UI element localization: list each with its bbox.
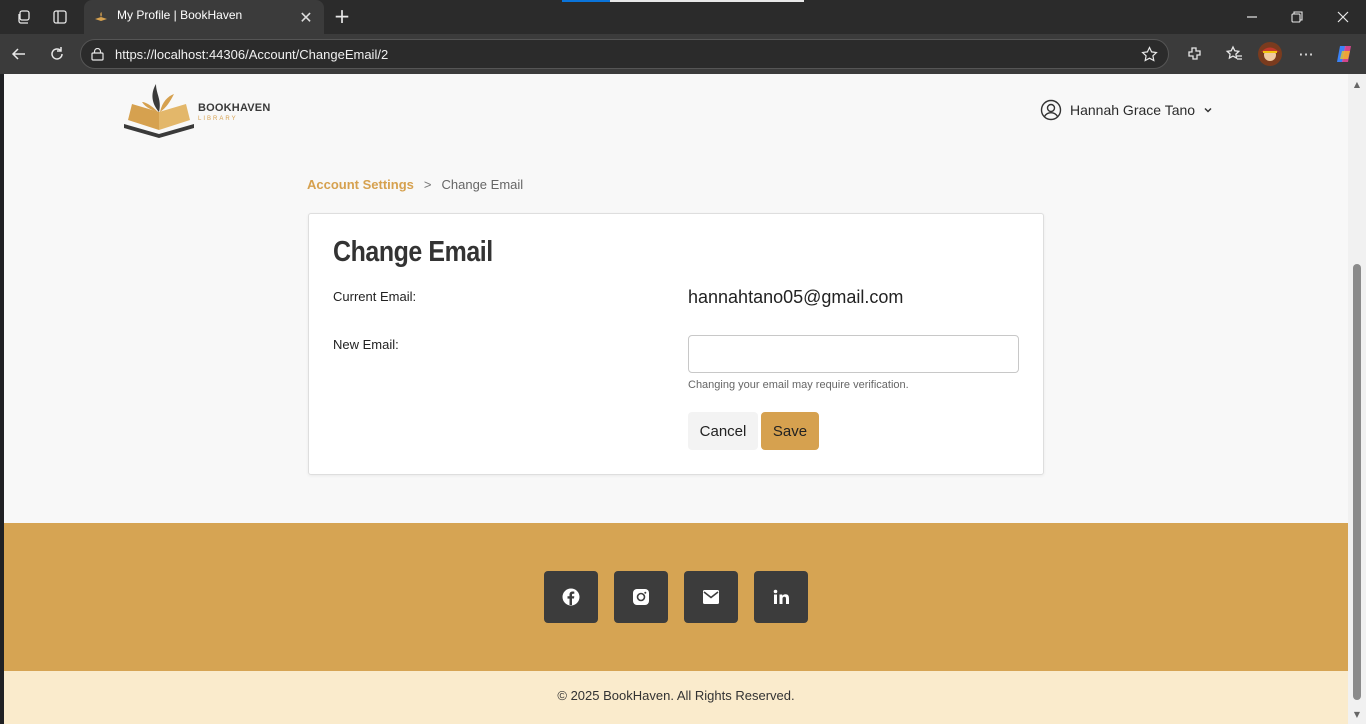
favorites-icon[interactable]: [1223, 43, 1245, 65]
site-info-icon[interactable]: [91, 48, 104, 61]
favorite-star-icon[interactable]: [1141, 46, 1158, 63]
logo-name: BOOKHAVEN: [198, 102, 271, 114]
refresh-icon[interactable]: [46, 44, 68, 64]
facebook-button[interactable]: [544, 571, 598, 623]
browser-tab-bar: My Profile | BookHaven ✕ +: [0, 0, 1366, 34]
more-options-icon[interactable]: ···: [1295, 43, 1317, 65]
minimize-icon[interactable]: [1242, 7, 1262, 27]
user-name: Hannah Grace Tano: [1070, 102, 1196, 118]
scrollbar-thumb[interactable]: [1353, 264, 1361, 700]
breadcrumb-account-settings[interactable]: Account Settings: [307, 177, 414, 192]
site-logo[interactable]: BOOKHAVEN LIBRARY: [122, 82, 270, 138]
scroll-down-icon[interactable]: ▼: [1352, 710, 1362, 719]
extensions-icon[interactable]: [1183, 43, 1205, 65]
bookhaven-favicon-icon: [95, 12, 107, 21]
facebook-icon: [562, 588, 580, 606]
back-icon[interactable]: [8, 44, 30, 64]
instagram-button[interactable]: [614, 571, 668, 623]
logo-subtitle: LIBRARY: [198, 116, 238, 122]
change-email-card: Change Email Current Email: hannahtano05…: [308, 213, 1044, 475]
loading-progress: [562, 0, 804, 2]
linkedin-icon: [773, 589, 789, 604]
copyright-text: © 2025 BookHaven. All Rights Reserved.: [557, 688, 795, 703]
book-logo-icon: [124, 84, 194, 138]
save-button[interactable]: Save: [761, 412, 819, 450]
instagram-icon: [633, 589, 649, 605]
breadcrumb-separator: >: [423, 177, 432, 192]
email-button[interactable]: [684, 571, 738, 623]
scroll-up-icon[interactable]: ▲: [1352, 80, 1362, 89]
new-email-field[interactable]: [688, 335, 1019, 373]
breadcrumb: Account Settings > Change Email: [307, 177, 523, 192]
page-title: Change Email: [333, 236, 493, 268]
verification-hint: Changing your email may require verifica…: [688, 379, 909, 391]
avatar[interactable]: [1257, 41, 1283, 67]
workspaces-icon[interactable]: [14, 7, 34, 27]
user-menu[interactable]: Hannah Grace Tano: [1040, 98, 1213, 122]
page-scrollbar[interactable]: ▲ ▼: [1348, 74, 1366, 724]
restore-icon[interactable]: [1287, 7, 1307, 27]
current-email-value: hannahtano05@gmail.com: [688, 287, 904, 307]
tab-actions-icon[interactable]: [50, 7, 70, 27]
active-tab[interactable]: My Profile | BookHaven ✕: [84, 0, 324, 34]
close-window-icon[interactable]: [1333, 7, 1353, 27]
tab-title: My Profile | BookHaven: [117, 8, 243, 22]
copyright-bar: © 2025 BookHaven. All Rights Reserved.: [4, 671, 1348, 724]
cancel-button[interactable]: Cancel: [688, 412, 758, 450]
user-icon: [1040, 99, 1062, 121]
address-bar[interactable]: https://localhost:44306/Account/ChangeEm…: [80, 39, 1169, 69]
mail-icon: [703, 590, 719, 604]
chevron-down-icon: [1204, 107, 1212, 113]
close-tab-icon[interactable]: ✕: [296, 7, 316, 27]
browser-toolbar: https://localhost:44306/Account/ChangeEm…: [0, 34, 1366, 74]
linkedin-button[interactable]: [754, 571, 808, 623]
url-text: https://localhost:44306/Account/ChangeEm…: [115, 47, 389, 62]
web-page: BOOKHAVEN LIBRARY Hannah Grace Tano Acco…: [4, 74, 1348, 724]
breadcrumb-current: Change Email: [441, 177, 524, 192]
new-email-label: New Email:: [333, 337, 399, 352]
current-email-label: Current Email:: [333, 289, 417, 304]
footer: [4, 523, 1348, 671]
new-tab-icon[interactable]: +: [332, 4, 352, 28]
copilot-icon[interactable]: [1332, 42, 1356, 66]
